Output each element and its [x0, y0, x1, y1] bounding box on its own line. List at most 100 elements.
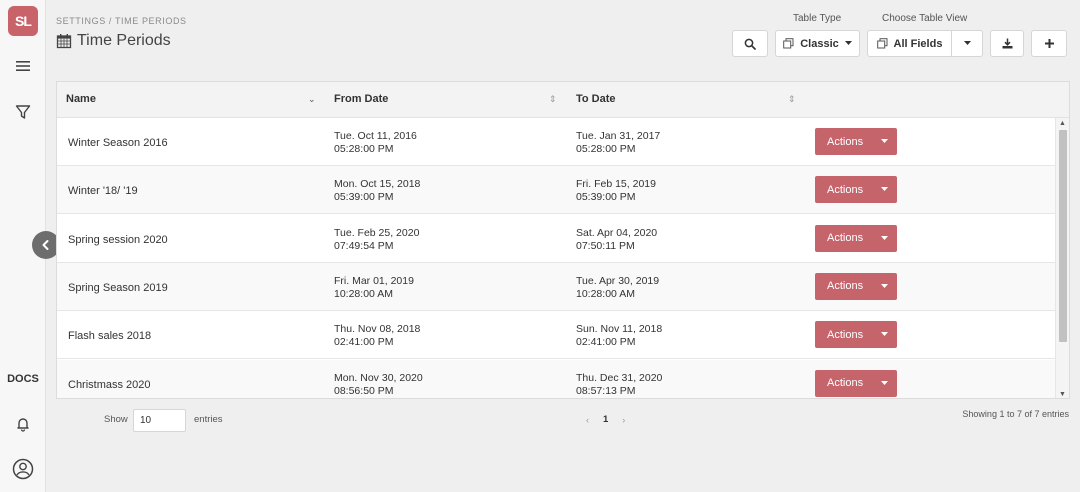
period-name: Spring Season 2019	[68, 281, 168, 294]
to-date-time: 05:28:00 PM	[576, 143, 636, 155]
from-date-day: Thu. Nov 08, 2018	[334, 323, 421, 336]
to-date: Sun. Nov 11, 2018 02:41:00 PM	[576, 323, 662, 349]
sort-icon[interactable]: ⇕	[788, 94, 796, 105]
page-title: Time Periods	[56, 32, 171, 50]
to-date-time: 05:39:00 PM	[576, 191, 636, 204]
from-date: Fri. Mar 01, 2019 10:28:00 AM	[334, 275, 414, 301]
bell-icon[interactable]	[13, 414, 33, 434]
prev-page-icon[interactable]: ‹	[586, 415, 589, 425]
to-date: Fri. Feb 15, 2019 05:39:00 PM	[576, 178, 656, 204]
column-header-to-date[interactable]: To Date	[576, 93, 616, 105]
from-date-day: Fri. Mar 01, 2019	[334, 274, 414, 287]
table-type-label: Table Type	[793, 13, 842, 24]
to-date: Tue. Jan 31, 2017 05:28:00 PM	[576, 130, 660, 156]
docs-link[interactable]: DOCS	[0, 373, 46, 385]
download-icon	[1002, 38, 1012, 49]
period-name: Winter Season 2016	[68, 137, 168, 149]
caret-down-icon	[881, 187, 889, 192]
time-periods-table: Name ⌄ From Date ⇕ To Date ⇕ Winter Seas…	[56, 81, 1070, 399]
actions-label: Actions	[827, 377, 864, 389]
from-date: Tue. Oct 11, 2016 05:28:00 PM	[334, 130, 417, 156]
scroll-up-icon[interactable]: ▲	[1059, 120, 1066, 127]
from-date-day: Tue. Feb 25, 2020	[334, 226, 420, 239]
table-row: Spring Season 2019 Fri. Mar 01, 2019 10:28…	[57, 262, 1057, 311]
caret-down-icon	[881, 380, 889, 385]
scroll-down-icon[interactable]: ▼	[1059, 391, 1066, 398]
from-date-day: Mon. Nov 30, 2020	[334, 371, 423, 384]
actions-button[interactable]: Actions	[815, 224, 897, 252]
table-view-dropdown-toggle[interactable]	[951, 30, 983, 57]
to-date-day: Sat. Apr 04, 2020	[576, 226, 658, 239]
user-icon[interactable]	[12, 458, 34, 480]
table-row: Winter Season 2016 Tue. Oct 11, 2016 05:28…	[57, 118, 1057, 166]
menu-icon[interactable]	[13, 56, 33, 76]
to-date-time: 02:41:00 PM	[576, 336, 636, 349]
from-date-time: 07:49:54 PM	[334, 239, 394, 252]
caret-down-icon	[844, 41, 852, 45]
caret-down-icon	[881, 332, 889, 337]
from-date-time: 05:28:00 PM	[334, 143, 394, 155]
sort-icon[interactable]: ⇕	[549, 94, 557, 105]
to-date-time: 08:57:13 PM	[576, 384, 636, 397]
period-name: Winter '18/ '19	[68, 185, 138, 198]
pagination: ‹ 1 ›	[586, 414, 625, 425]
to-date: Thu. Dec 31, 2020 08:57:13 PM	[576, 372, 662, 398]
from-date-time: 05:39:00 PM	[334, 191, 394, 204]
from-date-day: Tue. Oct 11, 2016	[334, 130, 417, 142]
from-date: Mon. Nov 30, 2020 08:56:50 PM	[334, 372, 423, 398]
to-date-time: 10:28:00 AM	[576, 287, 635, 300]
table-header: Name ⌄ From Date ⇕ To Date ⇕	[57, 82, 1069, 118]
add-button[interactable]	[1031, 30, 1067, 57]
from-date-time: 10:28:00 AM	[334, 287, 393, 300]
download-button[interactable]	[990, 30, 1024, 57]
actions-button[interactable]: Actions	[815, 272, 897, 300]
table-view-label: Choose Table View	[882, 13, 968, 24]
filter-icon[interactable]	[13, 102, 33, 122]
actions-button[interactable]: Actions	[815, 321, 897, 349]
table-type-value: Classic	[800, 37, 839, 50]
table-view-select[interactable]: All Fields	[867, 30, 952, 57]
to-date: Sat. Apr 04, 2020 07:50:11 PM	[576, 227, 657, 253]
caret-down-icon	[963, 41, 971, 45]
actions-label: Actions	[827, 135, 864, 148]
page-number[interactable]: 1	[603, 414, 608, 425]
entries-per-page-input[interactable]: 10	[133, 409, 186, 432]
to-date: Tue. Apr 30, 2019 10:28:00 AM	[576, 275, 659, 301]
search-button[interactable]	[732, 30, 768, 57]
to-date-day: Tue. Apr 30, 2019	[576, 274, 660, 287]
showing-entries-text: Showing 1 to 7 of 7 entries	[962, 409, 1069, 419]
to-date-day: Thu. Dec 31, 2020	[576, 371, 663, 384]
from-date: Tue. Feb 25, 2020 07:49:54 PM	[334, 227, 419, 253]
scroll-thumb[interactable]	[1059, 130, 1067, 342]
app-logo[interactable]: SL	[8, 6, 38, 36]
actions-button[interactable]: Actions	[815, 128, 897, 155]
show-label: Show	[104, 414, 128, 425]
search-icon	[744, 38, 756, 50]
actions-button[interactable]: Actions	[815, 369, 897, 397]
calendar-icon	[56, 34, 72, 49]
period-name: Christmass 2020	[68, 378, 151, 391]
copy-icon	[876, 38, 888, 49]
table-row: Flash sales 2018 Thu. Nov 08, 2018 02:41:0…	[57, 311, 1057, 360]
from-date-time: 08:56:50 PM	[334, 384, 394, 397]
copy-icon	[783, 38, 794, 49]
column-header-from-date[interactable]: From Date	[334, 93, 388, 105]
breadcrumb: SETTINGS / TIME PERIODS	[56, 16, 187, 26]
actions-button[interactable]: Actions	[815, 176, 897, 204]
entries-label: entries	[194, 414, 223, 425]
from-date-day: Mon. Oct 15, 2018	[334, 178, 421, 191]
actions-label: Actions	[827, 232, 864, 245]
caret-down-icon	[881, 139, 889, 143]
period-name: Flash sales 2018	[68, 330, 152, 343]
to-date-day: Fri. Feb 15, 2019	[576, 178, 656, 191]
actions-label: Actions	[827, 328, 864, 341]
chevron-left-icon	[42, 240, 49, 250]
table-view-value: All Fields	[893, 37, 943, 50]
table-type-select[interactable]: Classic	[775, 30, 860, 57]
actions-label: Actions	[827, 280, 864, 293]
next-page-icon[interactable]: ›	[622, 415, 625, 425]
table-scrollbar[interactable]: ▲ ▼	[1055, 118, 1069, 398]
column-header-name[interactable]: Name	[66, 93, 96, 105]
to-date-day: Sun. Nov 11, 2018	[576, 323, 663, 336]
sort-desc-icon[interactable]: ⌄	[308, 94, 316, 105]
